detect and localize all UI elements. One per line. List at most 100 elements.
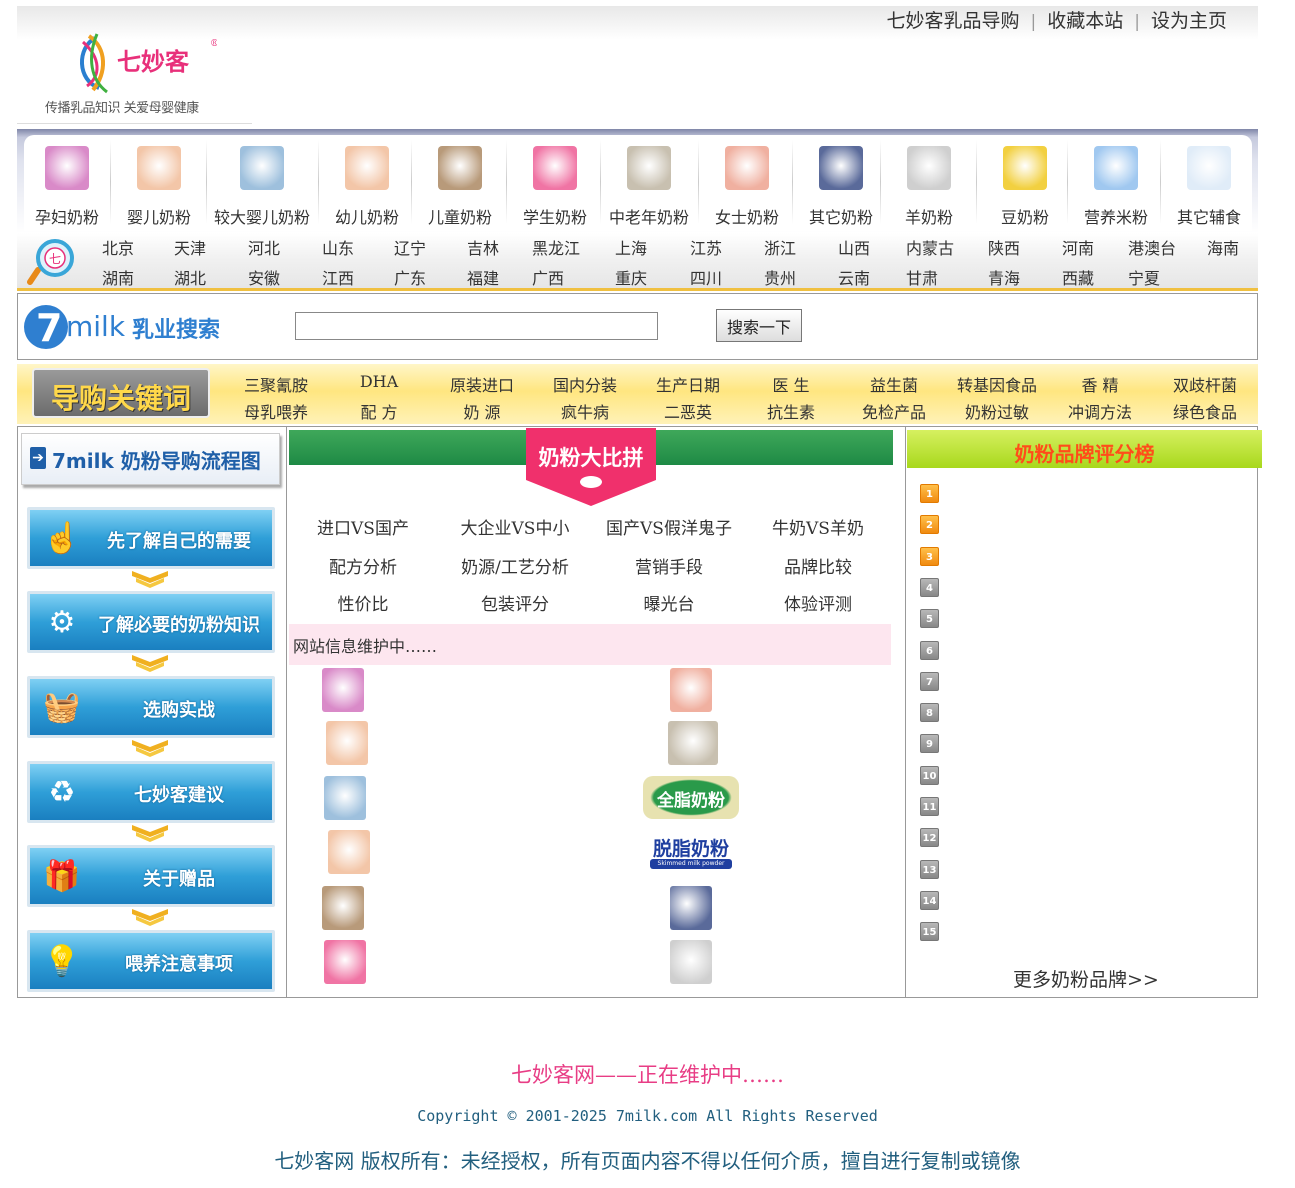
category-item[interactable]: 其它奶粉 [794,140,888,230]
category-item[interactable]: 孕妇奶粉 [20,140,114,230]
province-link[interactable]: 贵州 [764,265,796,289]
province-link[interactable]: 辽宁 [394,235,426,259]
province-link[interactable]: 西藏 [1062,265,1094,289]
product-thumbnail[interactable] [326,721,368,765]
keyword-link[interactable]: 疯牛病 [535,399,635,423]
province-link[interactable]: 浙江 [764,235,796,259]
category-item[interactable]: 幼儿奶粉 [320,140,414,230]
province-link[interactable]: 云南 [838,265,870,289]
province-link[interactable]: 甘肃 [906,265,938,289]
product-thumbnail[interactable] [670,886,712,930]
compare-link[interactable]: 进口VS国产 [288,514,438,539]
flow-step-button[interactable]: ♻ 七妙客建议 [27,761,275,823]
province-link[interactable]: 黑龙江 [532,235,580,259]
province-link[interactable]: 湖北 [174,265,206,289]
province-link[interactable]: 上海 [615,235,647,259]
keyword-link[interactable]: 二恶英 [638,399,738,423]
compare-link[interactable]: 配方分析 [288,553,438,578]
category-item[interactable]: 羊奶粉 [882,140,976,230]
product-thumbnail[interactable] [670,940,712,984]
keyword-link[interactable]: 冲调方法 [1050,399,1150,423]
keyword-link[interactable]: 绿色食品 [1155,399,1255,423]
category-item[interactable]: 婴儿奶粉 [112,140,206,230]
compare-link[interactable]: 品牌比较 [743,553,893,578]
product-thumbnail[interactable] [324,940,366,984]
keyword-link[interactable]: 三聚氰胺 [226,372,326,396]
province-link[interactable]: 河南 [1062,235,1094,259]
keyword-link[interactable]: 益生菌 [844,372,944,396]
site-logo[interactable]: 七妙客 ® 传播乳品知识 关爱母婴健康 [17,26,252,124]
compare-link[interactable]: 性价比 [288,590,438,615]
product-thumbnail[interactable] [668,721,718,765]
more-brands-link[interactable]: 更多奶粉品牌>> [1013,965,1159,992]
province-link[interactable]: 山东 [322,235,354,259]
category-item[interactable]: 其它辅食 [1162,140,1256,230]
keyword-link[interactable]: 医 生 [741,372,841,396]
keyword-link[interactable]: 国内分装 [535,372,635,396]
flow-step-button[interactable]: ⚙ 了解必要的奶粉知识 [27,591,275,653]
fullfat-badge[interactable]: 全脂奶粉 [643,776,739,819]
compare-link[interactable]: 包装评分 [440,590,590,615]
province-link[interactable]: 四川 [690,265,722,289]
keyword-link[interactable]: 香 精 [1050,372,1150,396]
flow-step-button[interactable]: ☝ 先了解自己的需要 [27,507,275,569]
province-link[interactable]: 海南 [1207,235,1239,259]
keyword-link[interactable]: 转基因食品 [947,372,1047,396]
compare-link[interactable]: 大企业VS中小 [440,514,590,539]
keyword-link[interactable]: 生产日期 [638,372,738,396]
keyword-link[interactable]: 配 方 [329,399,429,423]
product-thumbnail[interactable] [324,776,366,820]
category-item[interactable]: 学生奶粉 [508,140,602,230]
category-item[interactable]: 较大婴儿奶粉 [208,140,316,230]
search-input[interactable] [295,312,658,340]
province-link[interactable]: 宁夏 [1128,265,1160,289]
product-thumbnail[interactable] [322,886,364,930]
bookmark-link[interactable]: 收藏本站 [1047,10,1123,32]
compare-link[interactable]: 营销手段 [594,553,744,578]
category-item[interactable]: 女士奶粉 [700,140,794,230]
province-link[interactable]: 安徽 [248,265,280,289]
product-thumbnail[interactable] [670,668,712,712]
skim-badge[interactable]: 脱脂奶粉 Skimmed milk powder [648,832,734,872]
product-thumbnail[interactable] [328,830,370,874]
compare-link[interactable]: 体验评测 [743,590,893,615]
compare-link[interactable]: 牛奶VS羊奶 [743,514,893,539]
product-thumbnail[interactable] [322,668,364,712]
home-link[interactable]: 七妙客乳品导购 [886,10,1019,32]
province-link[interactable]: 山西 [838,235,870,259]
category-item[interactable]: 营养米粉 [1069,140,1163,230]
province-link[interactable]: 港澳台 [1128,235,1176,259]
keyword-link[interactable]: 母乳喂养 [226,399,326,423]
province-link[interactable]: 陕西 [988,235,1020,259]
province-link[interactable]: 河北 [248,235,280,259]
flow-step-button[interactable]: 🎁 关于赠品 [27,845,275,907]
keyword-link[interactable]: 免检产品 [844,399,944,423]
flow-step-button[interactable]: 💡 喂养注意事项 [27,930,275,992]
keyword-link[interactable]: DHA [329,372,429,391]
keyword-link[interactable]: 抗生素 [741,399,841,423]
province-link[interactable]: 江西 [322,265,354,289]
keyword-link[interactable]: 双歧杆菌 [1155,372,1255,396]
set-homepage-link[interactable]: 设为主页 [1151,10,1227,32]
province-link[interactable]: 内蒙古 [906,235,954,259]
search-button[interactable]: 搜索一下 [716,309,802,342]
province-link[interactable]: 吉林 [467,235,499,259]
category-item[interactable]: 中老年奶粉 [602,140,696,230]
keyword-link[interactable]: 奶 源 [432,399,532,423]
province-link[interactable]: 青海 [988,265,1020,289]
keyword-link[interactable]: 奶粉过敏 [947,399,1047,423]
province-link[interactable]: 广西 [532,265,564,289]
province-link[interactable]: 重庆 [615,265,647,289]
category-item[interactable]: 豆奶粉 [978,140,1072,230]
province-link[interactable]: 广东 [394,265,426,289]
compare-link[interactable]: 奶源/工艺分析 [440,553,590,578]
province-link[interactable]: 福建 [467,265,499,289]
flow-step-button[interactable]: 🧺 选购实战 [27,676,275,738]
keyword-link[interactable]: 原装进口 [432,372,532,396]
province-link[interactable]: 湖南 [102,265,134,289]
province-link[interactable]: 天津 [174,235,206,259]
compare-link[interactable]: 国产VS假洋鬼子 [594,514,744,539]
compare-link[interactable]: 曝光台 [594,590,744,615]
province-link[interactable]: 北京 [102,235,134,259]
category-item[interactable]: 儿童奶粉 [413,140,507,230]
